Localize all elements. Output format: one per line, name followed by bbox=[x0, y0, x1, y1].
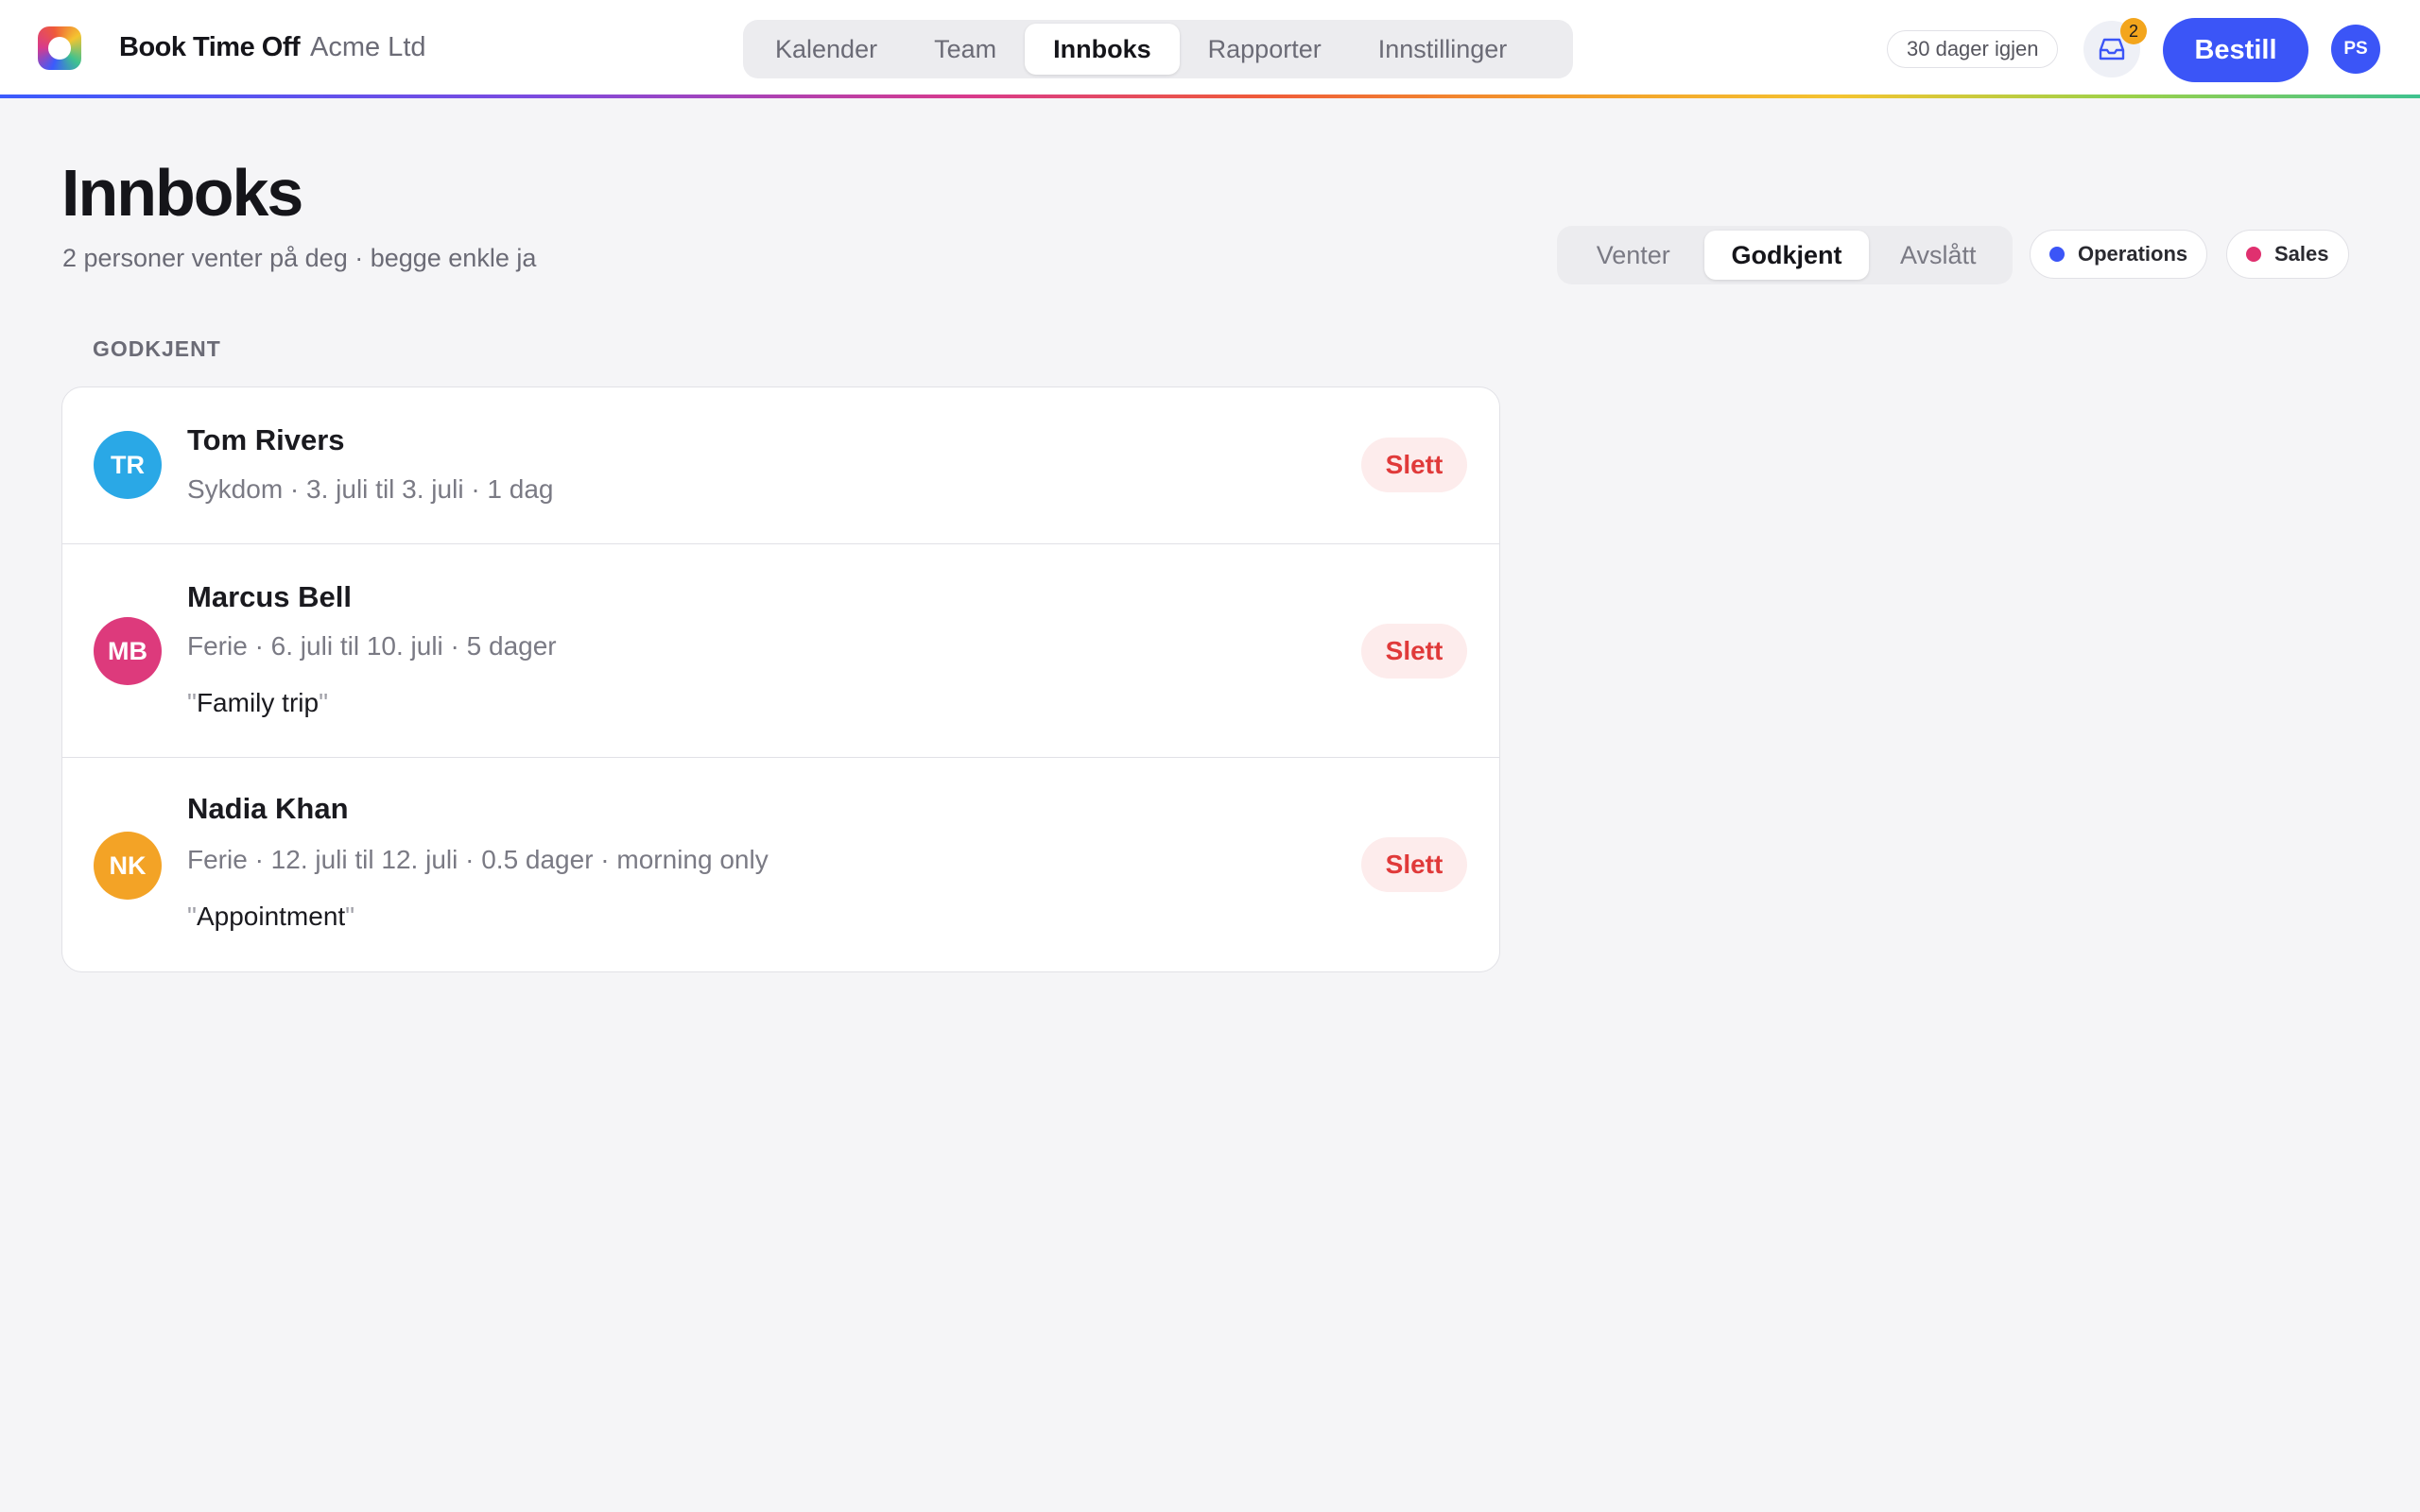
avatar: MB bbox=[94, 617, 162, 685]
page-subtitle: 2 personer venter på deg · begge enkle j… bbox=[62, 244, 537, 272]
nav-tab-innboks[interactable]: Innboks bbox=[1025, 24, 1180, 75]
delete-button[interactable]: Slett bbox=[1361, 624, 1467, 679]
brand-name[interactable]: Book Time Off bbox=[119, 32, 301, 63]
request-row: NK Nadia Khan Ferie · 12. juli til 12. j… bbox=[62, 757, 1499, 971]
request-row: TR Tom Rivers Sykdom · 3. juli til 3. ju… bbox=[62, 387, 1499, 543]
nav-tab-team[interactable]: Team bbox=[906, 24, 1025, 75]
team-chip-label: Operations bbox=[2078, 242, 2188, 266]
delete-button[interactable]: Slett bbox=[1361, 438, 1467, 492]
employee-name: Tom Rivers bbox=[187, 423, 345, 456]
request-note: "Family trip" bbox=[187, 688, 329, 717]
filter-godkjent[interactable]: Godkjent bbox=[1704, 231, 1869, 280]
team-color-dot bbox=[2049, 247, 2065, 262]
request-details: Ferie · 6. juli til 10. juli · 5 dager bbox=[187, 631, 557, 661]
trial-days-badge[interactable]: 30 dager igjen bbox=[1887, 30, 2059, 68]
employee-name: Nadia Khan bbox=[187, 792, 349, 825]
delete-button[interactable]: Slett bbox=[1361, 837, 1467, 892]
organization-name: Acme Ltd bbox=[310, 32, 426, 62]
inbox-tray-icon bbox=[2099, 38, 2125, 60]
user-avatar[interactable]: PS bbox=[2331, 25, 2380, 74]
avatar: NK bbox=[94, 832, 162, 900]
order-button[interactable]: Bestill bbox=[2163, 18, 2308, 82]
nav-tab-kalender[interactable]: Kalender bbox=[747, 24, 906, 75]
status-filter: Venter Godkjent Avslått bbox=[1557, 226, 2013, 284]
avatar: TR bbox=[94, 431, 162, 499]
header-accent-stripe bbox=[0, 94, 2420, 98]
filter-avslatt[interactable]: Avslått bbox=[1869, 231, 2009, 280]
request-details: Ferie · 12. juli til 12. juli · 0.5 dage… bbox=[187, 845, 769, 874]
section-label: GODKJENT bbox=[93, 336, 221, 361]
request-list: TR Tom Rivers Sykdom · 3. juli til 3. ju… bbox=[61, 387, 1500, 972]
request-row: MB Marcus Bell Ferie · 6. juli til 10. j… bbox=[62, 543, 1499, 757]
employee-name: Marcus Bell bbox=[187, 580, 353, 613]
team-color-dot bbox=[2246, 247, 2261, 262]
request-note-text: Appointment bbox=[196, 902, 346, 931]
request-note: "Appointment" bbox=[187, 902, 355, 931]
filter-venter[interactable]: Venter bbox=[1562, 231, 1704, 280]
inbox-count-badge: 2 bbox=[2120, 18, 2147, 44]
nav-tab-rapporter[interactable]: Rapporter bbox=[1180, 24, 1350, 75]
main-nav: Kalender Team Innboks Rapporter Innstill… bbox=[743, 20, 1573, 78]
team-chip-operations[interactable]: Operations bbox=[2030, 230, 2208, 279]
team-chip-sales[interactable]: Sales bbox=[2226, 230, 2349, 279]
team-chip-label: Sales bbox=[2274, 242, 2329, 266]
top-bar: Book Time Off Acme Ltd Kalender Team Inn… bbox=[0, 0, 2420, 98]
request-details: Sykdom · 3. juli til 3. juli · 1 dag bbox=[187, 474, 554, 504]
app-logo[interactable] bbox=[38, 26, 81, 70]
nav-tab-innstillinger[interactable]: Innstillinger bbox=[1350, 24, 1536, 75]
request-note-text: Family trip bbox=[196, 688, 320, 717]
page-title: Innboks bbox=[61, 156, 303, 230]
